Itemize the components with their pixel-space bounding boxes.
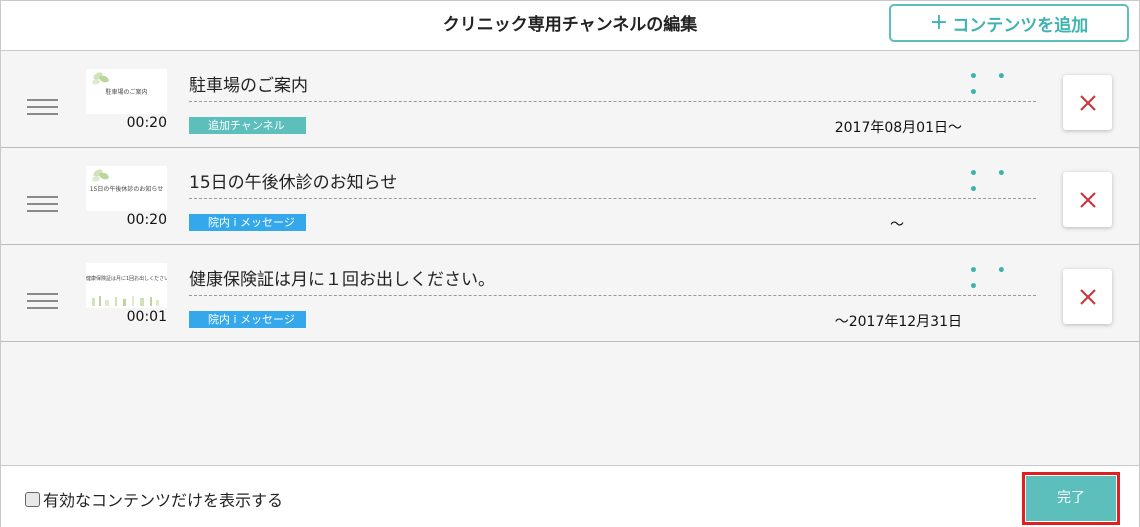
content-title: 駐車場のご案内 (189, 76, 308, 96)
more-options-icon[interactable]: • • • (969, 166, 1029, 198)
plants-decoration-icon (92, 296, 159, 306)
date-range: 〜 (890, 217, 904, 233)
drag-handle-icon[interactable] (27, 293, 58, 309)
divider (189, 198, 1036, 199)
channel-editor-window: クリニック専用チャンネルの編集 + コンテンツを追加 駐車場のご案内 00:20… (0, 0, 1140, 527)
channel-badge: 院内 i メッセージ (189, 311, 306, 328)
more-options-icon[interactable]: • • • (969, 69, 1029, 101)
active-only-label: 有効なコンテンツだけを表示する (43, 491, 284, 510)
channel-badge: 追加チャンネル (189, 117, 306, 134)
close-icon (1079, 191, 1096, 208)
plus-icon: + (929, 10, 949, 35)
header: クリニック専用チャンネルの編集 + コンテンツを追加 (1, 1, 1139, 51)
content-row: 健康保険証は月に1回お出しください。 00:01 健康保険証は月に１回お出しくだ… (1, 245, 1139, 342)
content-row: 15日の午後休診のお知らせ 00:20 15日の午後休診のお知らせ • • • … (1, 148, 1139, 245)
date-range: 2017年08月01日〜 (834, 120, 962, 136)
thumbnail-text: 15日の午後休診のお知らせ (89, 186, 164, 193)
divider (189, 295, 1036, 296)
leaf-decoration-icon (92, 169, 109, 182)
content-title: 15日の午後休診のお知らせ (189, 173, 398, 193)
add-content-label: コンテンツを追加 (952, 15, 1089, 36)
delete-button[interactable] (1063, 269, 1112, 324)
active-only-filter[interactable]: 有効なコンテンツだけを表示する (25, 490, 284, 510)
more-options-icon[interactable]: • • • (969, 263, 1029, 295)
content-thumbnail: 健康保険証は月に1回お出しください。 (86, 263, 167, 308)
close-icon (1079, 94, 1096, 111)
close-icon (1079, 288, 1096, 305)
duration: 00:01 (126, 309, 167, 325)
channel-badge: 院内 i メッセージ (189, 214, 306, 231)
date-range: 〜2017年12月31日 (834, 314, 962, 330)
duration: 00:20 (126, 115, 167, 131)
content-thumbnail: 駐車場のご案内 (86, 69, 167, 114)
drag-handle-icon[interactable] (27, 196, 58, 212)
drag-handle-icon[interactable] (27, 99, 58, 115)
add-content-button[interactable]: + コンテンツを追加 (889, 4, 1129, 42)
thumbnail-text: 駐車場のご案内 (105, 89, 148, 96)
active-only-checkbox[interactable] (25, 491, 40, 507)
delete-button[interactable] (1063, 75, 1112, 130)
content-title: 健康保険証は月に１回お出しください。 (189, 270, 495, 290)
content-row: 駐車場のご案内 00:20 駐車場のご案内 • • • 追加チャンネル 2017… (1, 51, 1139, 148)
duration: 00:20 (126, 212, 167, 228)
done-button[interactable]: 完了 (1026, 476, 1116, 521)
footer: 有効なコンテンツだけを表示する (1, 465, 1139, 527)
leaf-decoration-icon (92, 72, 109, 85)
thumbnail-text: 健康保険証は月に1回お出しください。 (86, 276, 167, 282)
content-thumbnail: 15日の午後休診のお知らせ (86, 166, 167, 211)
divider (189, 101, 1036, 102)
delete-button[interactable] (1063, 172, 1112, 227)
